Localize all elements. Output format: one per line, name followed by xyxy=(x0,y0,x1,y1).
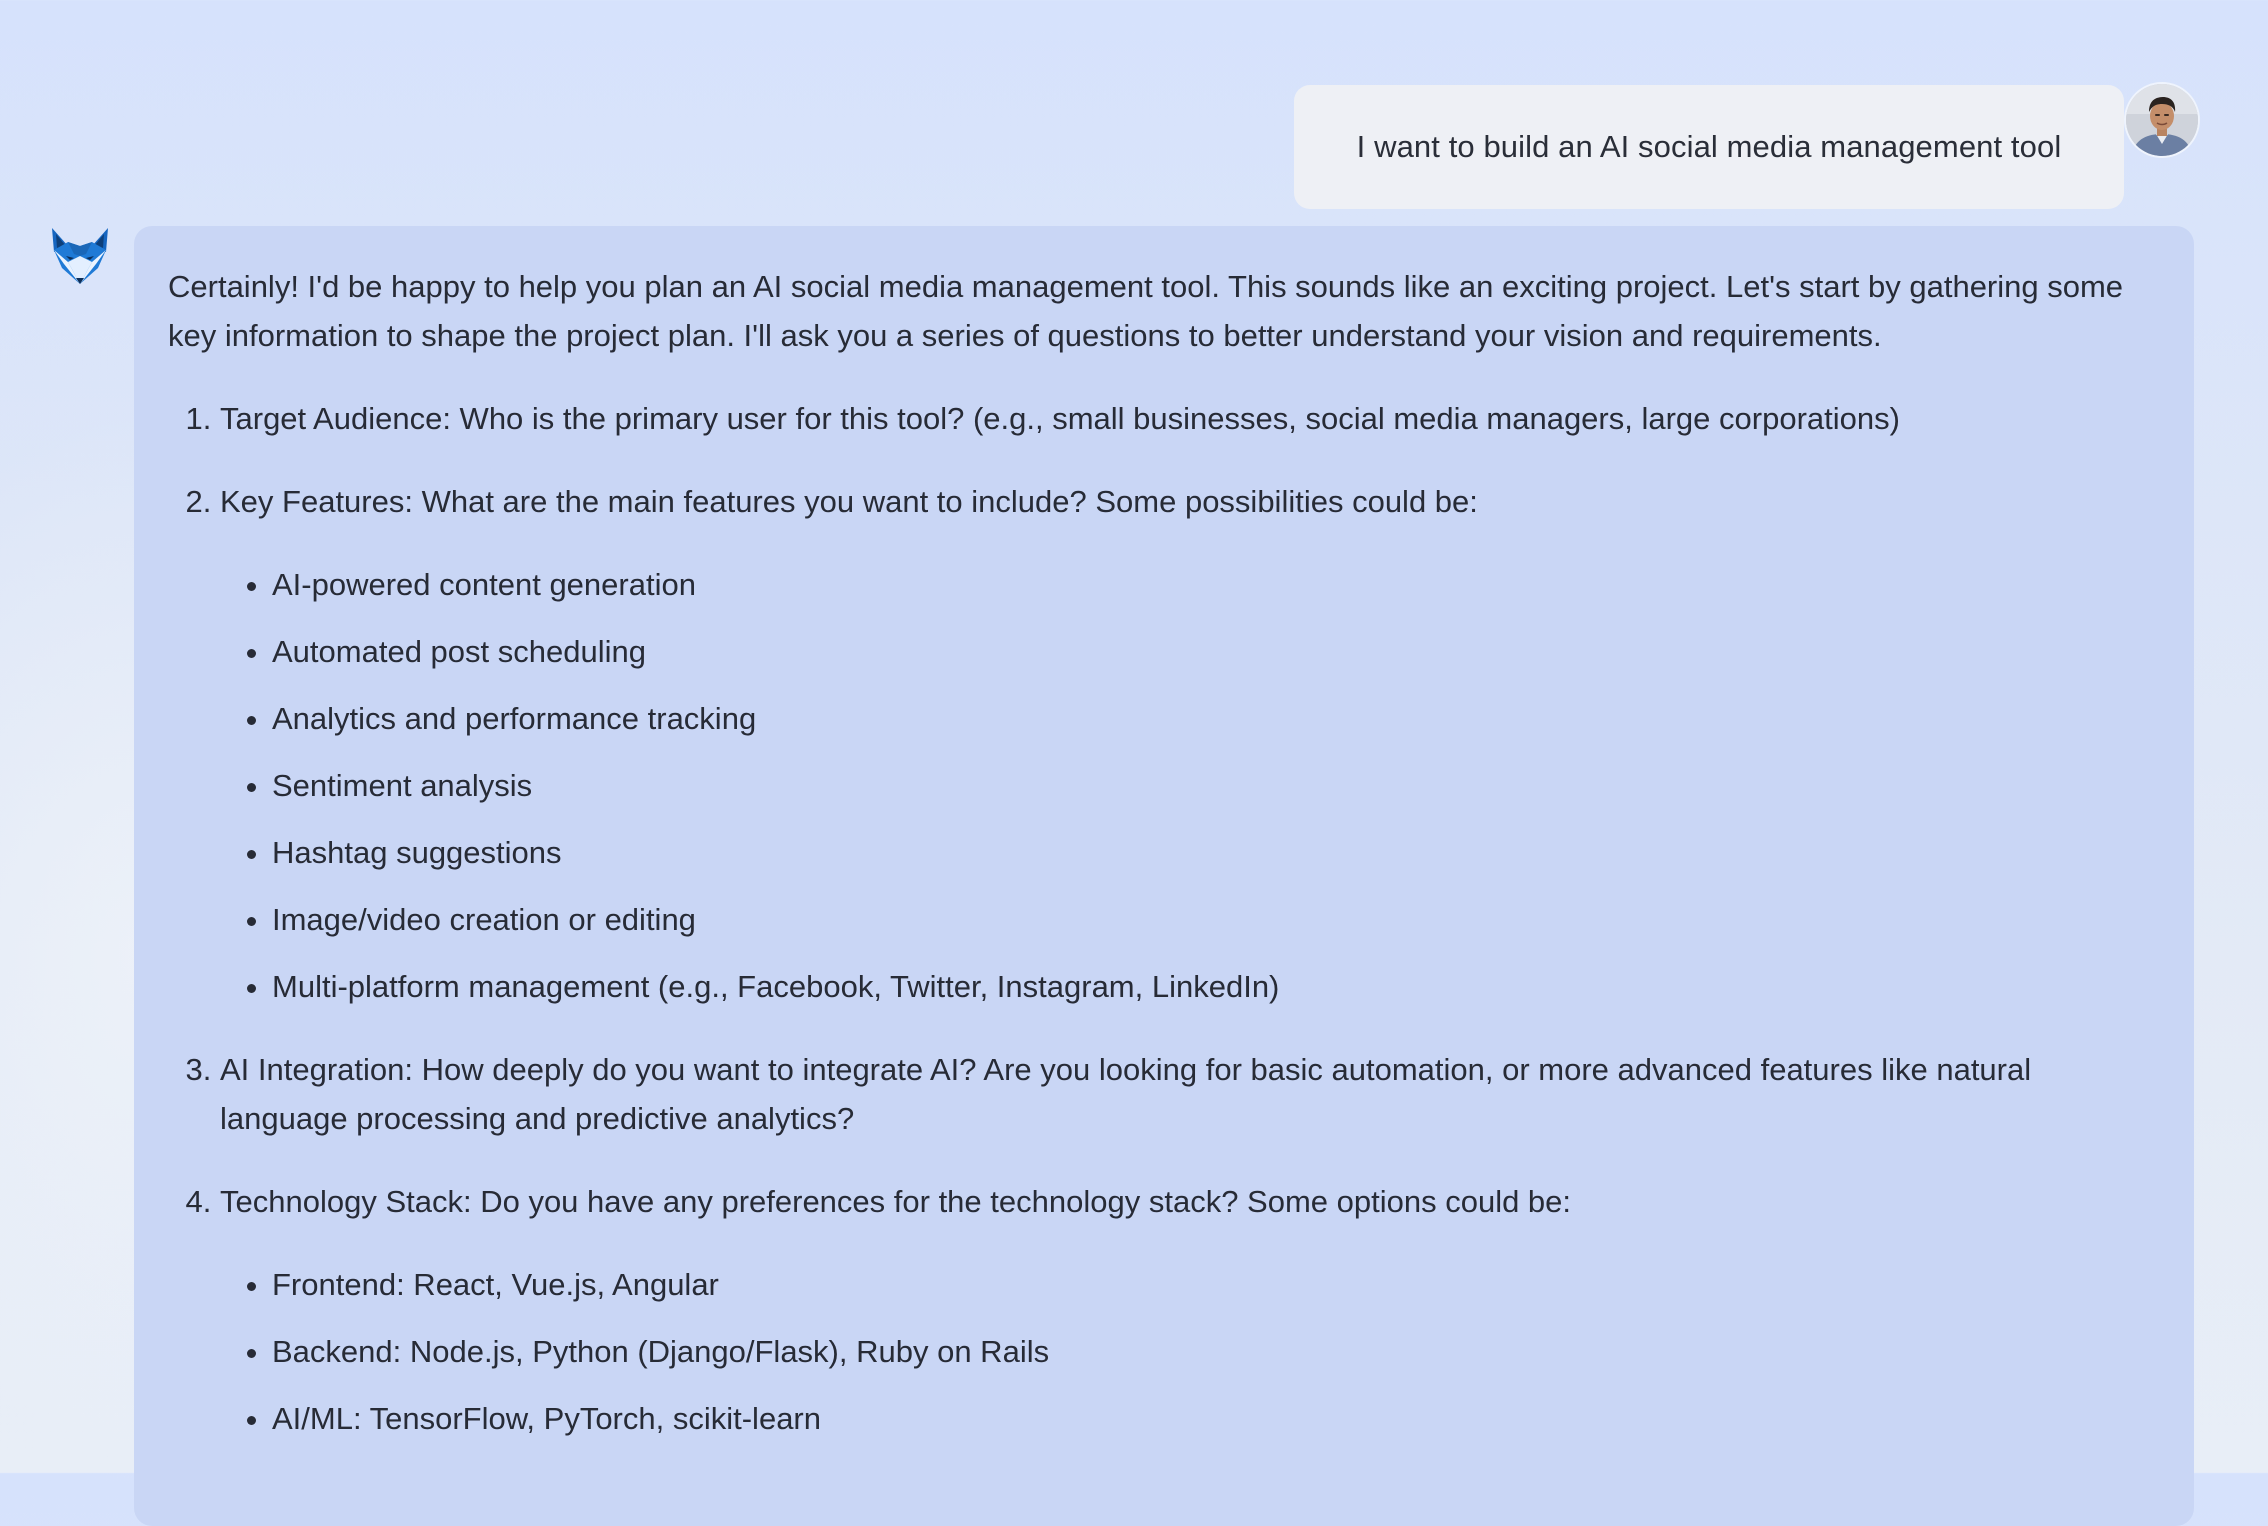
question-text: Key Features: What are the main features… xyxy=(220,484,1478,519)
question-text: Target Audience: Who is the primary user… xyxy=(220,401,1900,436)
user-avatar-photo xyxy=(2126,84,2198,156)
list-item: AI-powered content generation xyxy=(272,560,2160,609)
tech-stack-options-list: Frontend: React, Vue.js, Angular Backend… xyxy=(220,1260,2160,1443)
list-item: Frontend: React, Vue.js, Angular xyxy=(272,1260,2160,1309)
list-item: Hashtag suggestions xyxy=(272,828,2160,877)
user-avatar[interactable] xyxy=(2126,84,2198,156)
question-text: AI Integration: How deeply do you want t… xyxy=(220,1052,2032,1136)
list-item: Backend: Node.js, Python (Django/Flask),… xyxy=(272,1327,2160,1376)
feature-options-list: AI-powered content generation Automated … xyxy=(220,560,2160,1011)
question-text: Technology Stack: Do you have any prefer… xyxy=(220,1184,1572,1219)
question-list: Target Audience: Who is the primary user… xyxy=(168,394,2160,1443)
question-item: AI Integration: How deeply do you want t… xyxy=(220,1045,2160,1143)
user-message-bubble: I want to build an AI social media manag… xyxy=(1294,85,2124,209)
list-item: Sentiment analysis xyxy=(272,761,2160,810)
list-item: Image/video creation or editing xyxy=(272,895,2160,944)
list-item: AI/ML: TensorFlow, PyTorch, scikit-learn xyxy=(272,1394,2160,1443)
list-item: Automated post scheduling xyxy=(272,627,2160,676)
assistant-avatar xyxy=(46,226,114,286)
question-item: Technology Stack: Do you have any prefer… xyxy=(220,1177,2160,1443)
list-item: Multi-platform management (e.g., Faceboo… xyxy=(272,962,2160,1011)
question-item: Target Audience: Who is the primary user… xyxy=(220,394,2160,443)
fox-logo-icon xyxy=(52,228,108,284)
list-item: Analytics and performance tracking xyxy=(272,694,2160,743)
assistant-message-bubble: Certainly! I'd be happy to help you plan… xyxy=(134,226,2194,1526)
assistant-intro-text: Certainly! I'd be happy to help you plan… xyxy=(168,269,2124,353)
question-item: Key Features: What are the main features… xyxy=(220,477,2160,1011)
user-message-text: I want to build an AI social media manag… xyxy=(1356,129,2062,164)
